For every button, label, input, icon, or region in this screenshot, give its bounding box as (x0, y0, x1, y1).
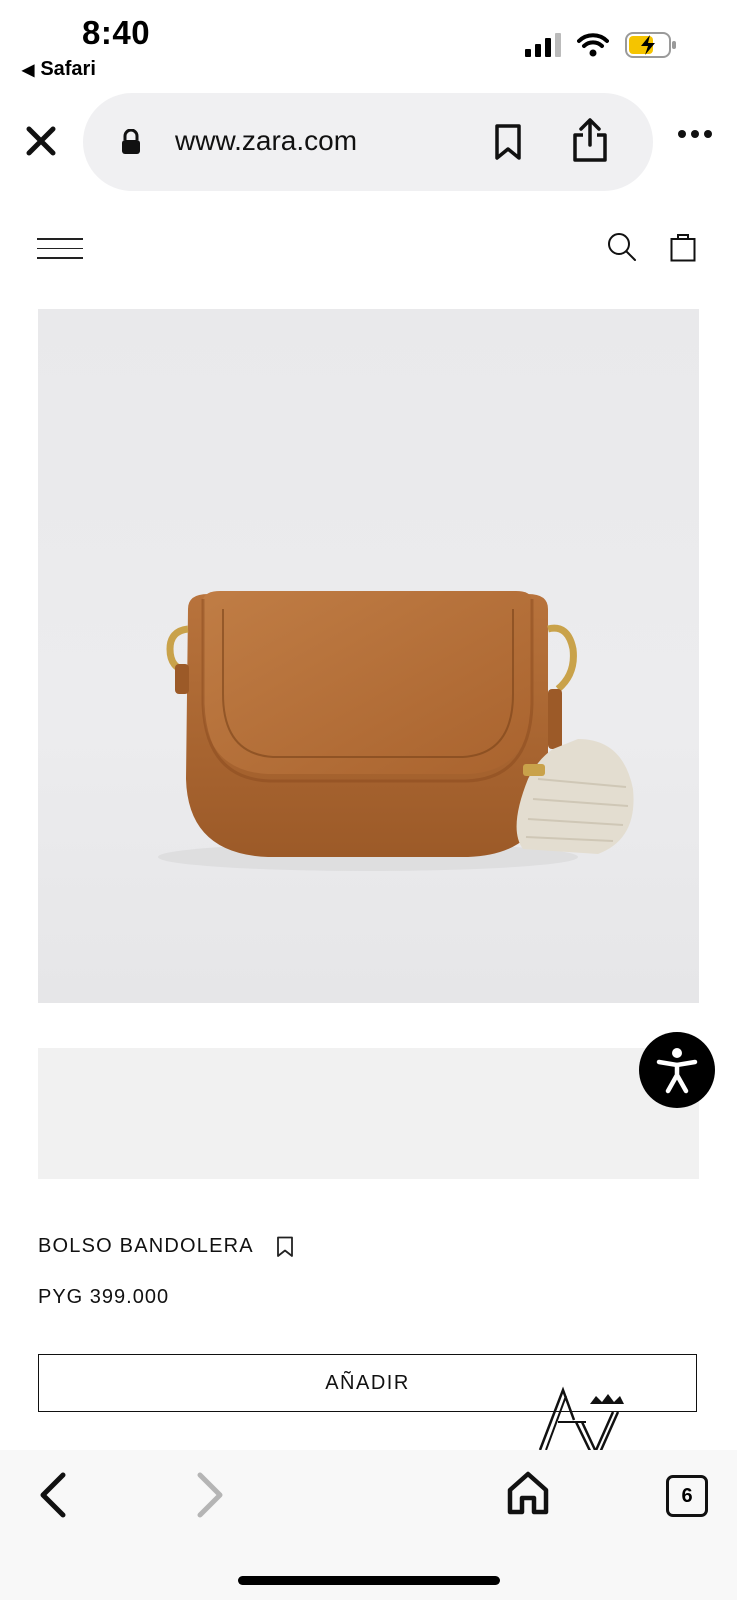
more-icon[interactable] (678, 130, 712, 138)
tab-count: 6 (681, 1484, 693, 1507)
second-product-image[interactable] (38, 1048, 699, 1179)
wifi-icon (577, 33, 609, 57)
back-icon[interactable] (38, 1472, 68, 1518)
product-price: PYG 399.000 (38, 1286, 170, 1308)
share-icon[interactable] (571, 117, 609, 163)
battery-charging-icon (625, 32, 676, 58)
tabs-icon[interactable]: 6 (666, 1475, 708, 1517)
accessibility-icon (656, 1048, 698, 1094)
shopping-bag-icon[interactable] (670, 232, 696, 262)
url-text: www.zara.com (175, 125, 358, 156)
product-image[interactable] (38, 309, 699, 1003)
accessibility-button[interactable] (639, 1032, 715, 1108)
back-to-app-link[interactable]: ◀ Safari (22, 58, 96, 81)
back-triangle-icon: ◀ (22, 61, 35, 79)
bookmark-icon[interactable] (493, 123, 523, 161)
product-name-row: BOLSO BANDOLERA (38, 1235, 294, 1258)
lock-icon (122, 129, 140, 154)
status-icons (525, 32, 677, 58)
status-time: 8:40 (82, 14, 151, 51)
product-name: BOLSO BANDOLERA (38, 1235, 254, 1257)
crossbody-bag-illustration (158, 591, 634, 871)
address-bar[interactable]: www.zara.com (83, 93, 653, 191)
search-icon[interactable] (607, 232, 637, 262)
home-icon[interactable] (505, 1470, 551, 1516)
home-indicator[interactable] (238, 1576, 500, 1585)
forward-icon[interactable] (195, 1472, 225, 1518)
signal-icon (525, 33, 561, 57)
menu-icon[interactable] (37, 238, 83, 267)
save-bookmark-icon[interactable] (276, 1236, 294, 1258)
back-app-label: Safari (40, 58, 96, 80)
close-icon[interactable] (22, 122, 60, 160)
